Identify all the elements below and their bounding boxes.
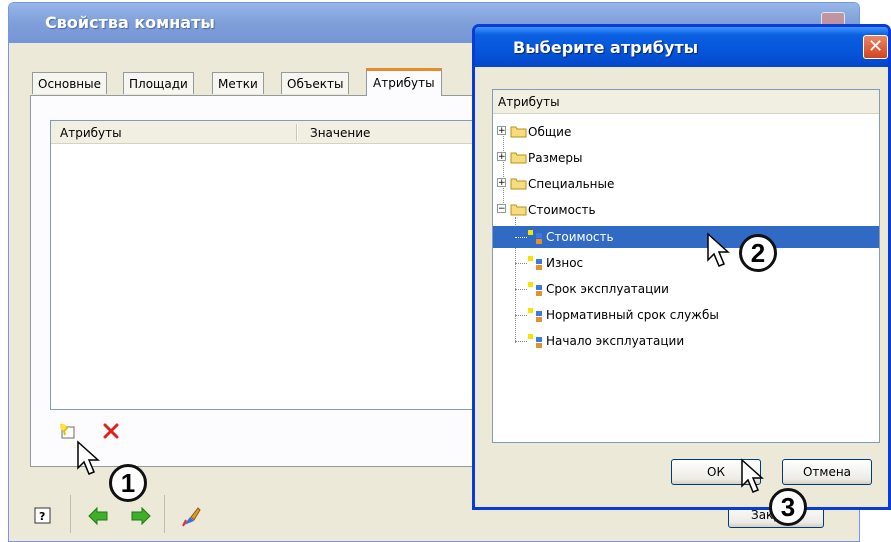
column-header-attributes[interactable]: Атрибуты [60,126,122,140]
cursor-icon [77,440,100,475]
help-icon[interactable]: ? [34,507,52,525]
attributes-list[interactable] [50,120,490,410]
cancel-button[interactable]: Отмена [782,459,872,485]
folder-icon [510,178,527,190]
column-separator[interactable] [296,124,298,141]
tab-objects-label: Объекты [287,77,344,91]
attribute-node-icon [528,256,542,270]
tab-attributes[interactable]: Атрибуты [366,68,442,96]
expand-plus-icon[interactable]: + [497,126,506,136]
tree-branch [515,263,527,264]
cancel-button-label: Отмена [802,465,852,479]
brush-icon[interactable] [180,505,202,527]
step-marker-3: 3 [769,488,807,526]
tab-areas[interactable]: Площади [123,72,194,94]
toolbar-separator-2 [164,495,165,533]
select-attributes-title: Выберите атрибуты [513,38,699,57]
attribute-node-icon [528,282,542,296]
tree-group-label: Общие [528,125,572,139]
tab-main[interactable]: Основные [32,72,108,94]
expand-plus-icon[interactable]: + [497,178,506,188]
tree-item-label: Срок эксплуатации [546,282,669,296]
folder-icon [510,152,527,164]
forward-arrow-icon[interactable] [130,506,152,526]
tree-branch [515,237,527,238]
tree-group-label: Стоимость [528,203,596,217]
new-attribute-icon[interactable] [58,422,78,440]
tree-item-label: Износ [546,256,584,270]
tree-branch [515,315,527,316]
step-marker-2: 2 [739,234,777,272]
tree-group-label: Размеры [528,151,583,165]
back-arrow-icon[interactable] [87,506,109,526]
tab-attributes-label: Атрибуты [373,76,435,90]
attribute-node-icon [528,308,542,322]
tree-branch [515,289,527,290]
svg-text:?: ? [39,510,45,523]
toolbar-separator [70,495,71,533]
tree-item-label: Начало эксплуатации [546,334,685,348]
tree-line [503,131,504,213]
delete-icon[interactable] [102,422,120,440]
tree-item-label: Нормативный срок службы [546,308,719,322]
select-attributes-dialog: Выберите атрибуты ✕ Атрибуты + Общие + Р… [472,24,891,510]
tab-labels-label: Метки [218,77,258,91]
tree-branch [515,341,527,342]
tree-header-label: Атрибуты [498,95,560,109]
tab-main-label: Основные [38,77,102,91]
open-folder-icon [510,204,527,216]
tree-item-label: Стоимость [546,230,614,244]
column-header-value[interactable]: Значение [310,126,370,140]
step-marker-1: 1 [109,464,147,502]
tab-areas-label: Площади [129,77,188,91]
room-properties-title: Свойства комнаты [45,13,215,32]
tree-group-label: Специальные [528,177,615,191]
ok-button-label: ОК [707,465,725,479]
folder-icon [510,126,527,138]
cursor-icon [707,232,730,267]
cursor-icon [741,458,764,493]
close-icon: ✕ [867,36,884,57]
select-attributes-titlebar: Выберите атрибуты [475,27,888,67]
attribute-node-icon [528,230,542,244]
dialog-close-button[interactable]: ✕ [863,35,888,59]
expand-plus-icon[interactable]: + [497,152,506,162]
tab-objects[interactable]: Объекты [281,72,350,94]
attribute-node-icon [528,334,542,348]
tab-labels[interactable]: Метки [212,72,264,94]
attributes-tree-header[interactable]: Атрибуты [493,90,879,114]
collapse-minus-icon[interactable]: − [497,204,506,214]
